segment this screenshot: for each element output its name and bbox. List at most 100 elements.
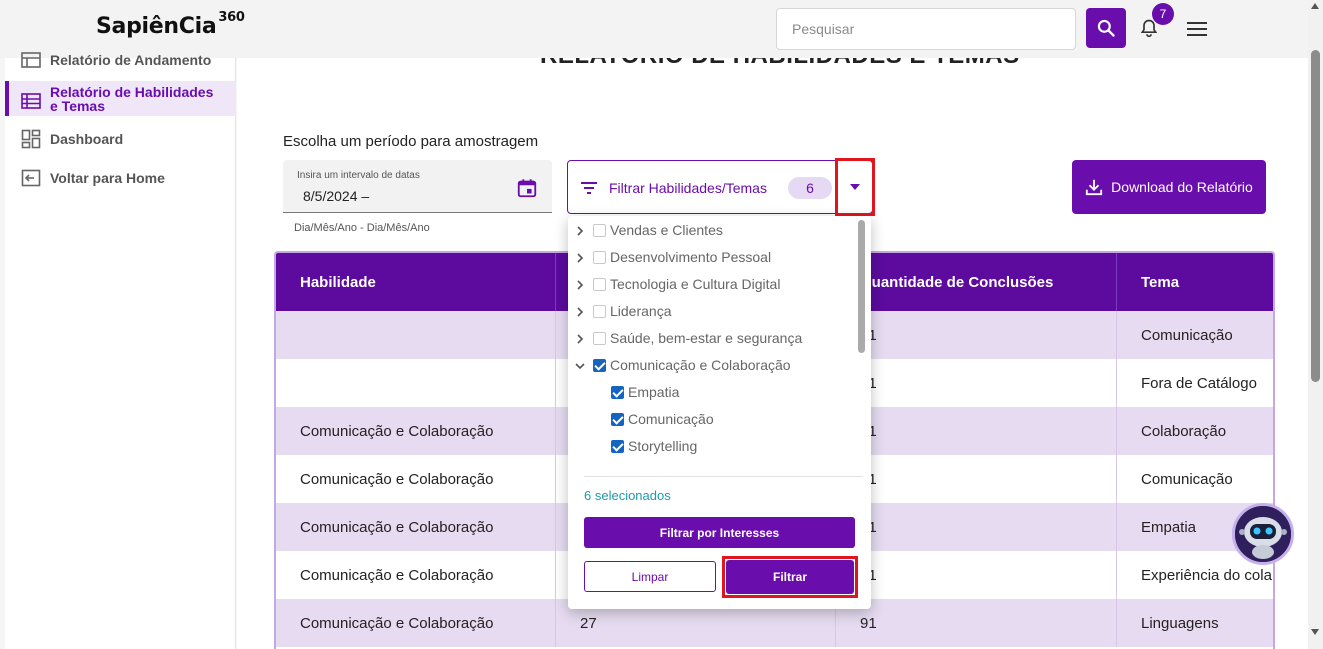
table-cell: 91 (836, 311, 1117, 359)
table-cell: 91 (836, 407, 1117, 455)
sidebar-item-label: Relatório de Andamento (50, 52, 212, 68)
scrollbar-thumb[interactable] (1311, 50, 1320, 382)
caret-down-icon (850, 184, 860, 190)
selected-count: 6 selecionados (584, 488, 671, 503)
tree-item-comunicacao-colaboracao[interactable]: Comunicação e Colaboração (568, 355, 858, 377)
filter-skills-button[interactable]: Filtrar Habilidades/Temas 6 (567, 160, 873, 214)
logo-suffix: 360 (218, 10, 245, 25)
notification-badge: 7 (1152, 3, 1174, 25)
tree-item-label: Storytelling (628, 438, 698, 454)
download-label: Download do Relatório (1111, 179, 1253, 195)
checkbox[interactable] (593, 224, 606, 237)
sidebar-item-label: Dashboard (50, 131, 124, 147)
filter-count-badge: 6 (788, 177, 832, 199)
tree-item-label: Comunicação (628, 411, 714, 427)
tree-item-label: Desenvolvimento Pessoal (610, 249, 772, 265)
clear-button[interactable]: Limpar (584, 561, 716, 592)
table-cell: Comunicação (1141, 470, 1233, 488)
checkbox-checked[interactable] (611, 386, 624, 399)
table-icon (21, 52, 41, 68)
apply-filter-button[interactable]: Filtrar (726, 560, 854, 594)
search-input[interactable] (776, 8, 1076, 50)
column-header-quantidade[interactable]: Quantidade de Conclusões (836, 253, 1117, 311)
table-cell (276, 311, 556, 359)
chevron-right-icon[interactable] (574, 225, 586, 237)
chevron-right-icon[interactable] (574, 252, 586, 264)
chevron-right-icon[interactable] (574, 306, 586, 318)
tree-item-desenvolvimento-pessoal[interactable]: Desenvolvimento Pessoal (568, 247, 858, 269)
page-scrollbar[interactable] (1308, 0, 1323, 649)
table-cell: 91 (836, 503, 1117, 551)
date-range-label: Insira um intervalo de datas (297, 170, 420, 181)
tree-item-lideranca[interactable]: Liderança (568, 301, 858, 323)
sidebar-item-label: Relatório de Habilidades e Temas (50, 84, 214, 114)
chevron-right-icon[interactable] (574, 333, 586, 345)
download-report-button[interactable]: Download do Relatório (1072, 160, 1266, 214)
table-cell: Fora de Catálogo (1141, 374, 1257, 392)
sidebar-item-voltar-home[interactable]: Voltar para Home (5, 168, 236, 188)
robot-icon (1235, 506, 1291, 562)
filter-dropdown-toggle[interactable] (835, 158, 875, 216)
tree-item-label: Empatia (628, 384, 680, 400)
filter-label: Filtrar Habilidades/Temas (609, 180, 767, 196)
search-icon (1097, 19, 1115, 37)
table-cell: Comunicação e Colaboração (276, 551, 556, 599)
chatbot-button[interactable] (1232, 503, 1294, 565)
chevron-right-icon[interactable] (574, 279, 586, 291)
table-cell: 91 (836, 455, 1117, 503)
menu-button[interactable] (1184, 17, 1210, 41)
column-header-habilidade[interactable]: Habilidade (276, 253, 556, 311)
dashboard-icon (21, 129, 41, 149)
filter-by-interests-button[interactable]: Filtrar por Interesses (584, 517, 855, 548)
tree-item-empatia[interactable]: Empatia (568, 381, 858, 403)
table-cell: Linguagens (1141, 614, 1219, 632)
sidebar-item-relatorio-andamento[interactable]: Relatório de Andamento (5, 50, 236, 70)
sidebar: Relatório de Andamento Relatório de Habi… (5, 52, 236, 649)
hamburger-icon (1187, 22, 1207, 36)
table-cell: Comunicação (1141, 326, 1233, 344)
tree-item-label: Tecnologia e Cultura Digital (610, 276, 781, 292)
tree-item-label: Vendas e Clientes (610, 222, 723, 238)
table-cell: Comunicação e Colaboração (276, 407, 556, 455)
tree-item-tecnologia-cultura-digital[interactable]: Tecnologia e Cultura Digital (568, 274, 858, 296)
exit-icon (21, 169, 41, 187)
tree-item-label: Liderança (610, 303, 672, 319)
table-cell: 91 (836, 599, 1117, 647)
checkbox-checked[interactable] (611, 413, 624, 426)
checkbox[interactable] (593, 251, 606, 264)
checkbox[interactable] (593, 332, 606, 345)
logo[interactable]: SapiênCia 360 (96, 10, 245, 39)
divider (584, 476, 863, 477)
search-button[interactable] (1086, 8, 1126, 48)
dropdown-scrollbar[interactable] (858, 220, 865, 353)
checkbox[interactable] (593, 305, 606, 318)
logo-text: SapiênCia (96, 14, 217, 39)
checkbox-checked[interactable] (593, 359, 606, 372)
sidebar-item-dashboard[interactable]: Dashboard (5, 129, 236, 149)
table-cell: 91 (836, 551, 1117, 599)
sidebar-item-relatorio-habilidades[interactable]: Relatório de Habilidades e Temas (5, 81, 236, 116)
table-cell (276, 359, 556, 407)
period-label: Escolha um período para amostragem (283, 133, 539, 150)
tree-item-comunicacao[interactable]: Comunicação (568, 408, 858, 430)
date-range-hint: Dia/Mês/Ano - Dia/Mês/Ano (294, 222, 430, 234)
table-cell: Comunicação e Colaboração (276, 455, 556, 503)
tree-item-vendas-clientes[interactable]: Vendas e Clientes (568, 220, 858, 242)
tree-item-label: Saúde, bem-estar e segurança (610, 330, 803, 346)
scroll-up-arrow-icon[interactable] (1311, 3, 1319, 9)
checkbox[interactable] (593, 278, 606, 291)
filter-icon (581, 182, 597, 194)
date-range-field[interactable]: Insira um intervalo de datas 8/5/2024 – (283, 160, 552, 213)
column-header-tema[interactable]: Tema (1117, 253, 1273, 311)
table-icon (21, 93, 41, 109)
date-range-value[interactable]: 8/5/2024 – (303, 188, 369, 204)
download-icon (1086, 179, 1103, 196)
tree-item-storytelling[interactable]: Storytelling (568, 435, 858, 457)
checkbox-checked[interactable] (611, 440, 624, 453)
scroll-down-arrow-icon[interactable] (1311, 629, 1319, 635)
table-cell: Colaboração (1141, 422, 1227, 440)
tree-item-saude-bem-estar[interactable]: Saúde, bem-estar e segurança (568, 328, 858, 350)
calendar-icon[interactable] (516, 177, 538, 199)
chevron-down-icon[interactable] (574, 360, 586, 372)
tree-item-label: Comunicação e Colaboração (610, 357, 791, 373)
